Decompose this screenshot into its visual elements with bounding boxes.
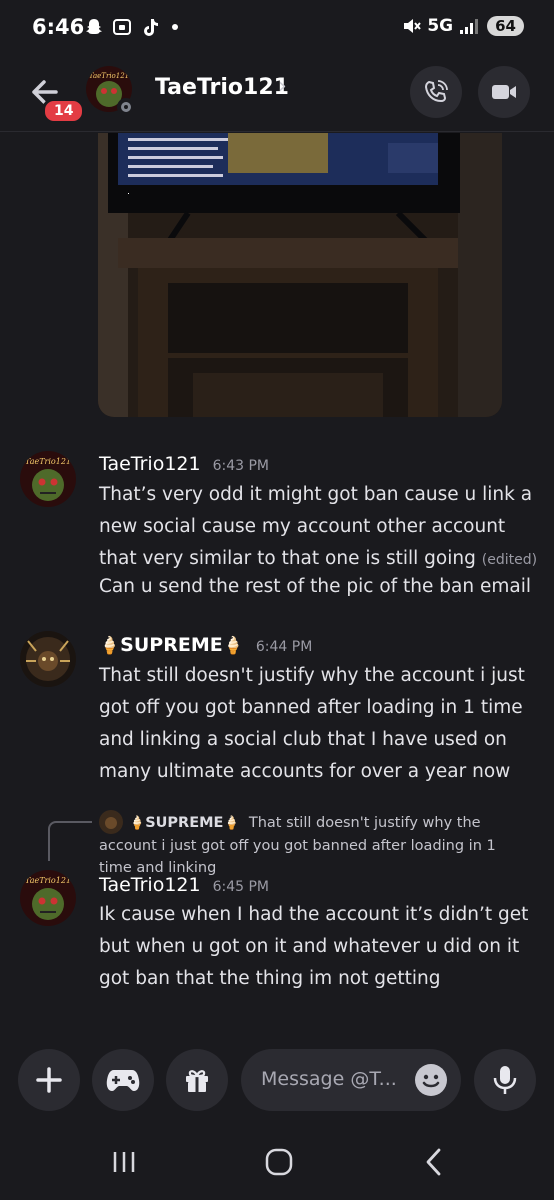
status-icons-right: 5G 64 bbox=[401, 16, 524, 36]
message-input[interactable]: Message @T... bbox=[241, 1049, 461, 1111]
status-time: 6:46 bbox=[32, 15, 85, 39]
add-attachment-button[interactable] bbox=[18, 1049, 80, 1111]
ice-cream-icon: 🍦 bbox=[129, 816, 146, 831]
reply-preview[interactable]: 🍦SUPREME🍦 That still doesn't justify why… bbox=[99, 812, 529, 879]
svg-text:TaeTrio121: TaeTrio121 bbox=[25, 457, 71, 466]
message-author[interactable]: TaeTrio121 bbox=[99, 874, 201, 896]
message-timestamp: 6:44 PM bbox=[255, 639, 313, 655]
message-text: Ik cause when I had the account it’s did… bbox=[99, 904, 529, 989]
microphone-icon bbox=[493, 1066, 517, 1094]
network-label: 5G bbox=[427, 16, 454, 36]
edited-label: (edited) bbox=[481, 552, 538, 568]
reply-author: SUPREME bbox=[145, 815, 224, 831]
message-header: TaeTrio121 6:43 PM bbox=[99, 453, 269, 475]
message-list[interactable]: TaeTrio121 TaeTrio121 6:43 PM That’s ver… bbox=[0, 133, 554, 1033]
system-nav-bar bbox=[0, 1135, 554, 1195]
video-call-button[interactable] bbox=[478, 66, 530, 118]
activities-button[interactable] bbox=[92, 1049, 154, 1111]
phone-icon bbox=[424, 80, 448, 103]
message-text: That’s very odd it might got ban cause u… bbox=[99, 484, 538, 569]
ice-cream-icon: 🍦 bbox=[99, 636, 121, 656]
avatar[interactable] bbox=[20, 631, 76, 687]
recent-apps-icon[interactable] bbox=[110, 1149, 138, 1175]
message-header: 🍦SUPREME🍦 6:44 PM bbox=[99, 634, 312, 656]
status-bar: 6:46 5G 64 bbox=[0, 0, 554, 58]
game-controller-icon bbox=[106, 1070, 140, 1091]
battery-indicator: 64 bbox=[487, 16, 524, 36]
message-timestamp: 6:43 PM bbox=[212, 458, 270, 474]
voice-message-button[interactable] bbox=[474, 1049, 536, 1111]
screenshot-icon bbox=[113, 19, 131, 35]
svg-text:TaeTrio121: TaeTrio121 bbox=[25, 876, 71, 885]
message-header: TaeTrio121 6:45 PM bbox=[99, 874, 269, 896]
svg-text:TaeTrio121: TaeTrio121 bbox=[89, 72, 129, 80]
message-input-placeholder: Message @T... bbox=[261, 1068, 397, 1090]
signal-icon bbox=[460, 19, 479, 34]
attachment-image[interactable] bbox=[98, 133, 502, 417]
status-icons-left bbox=[84, 17, 178, 37]
chevron-right-icon[interactable]: › bbox=[278, 74, 287, 99]
message-author[interactable]: TaeTrio121 bbox=[99, 453, 201, 475]
back-icon[interactable] bbox=[422, 1147, 446, 1177]
home-icon[interactable] bbox=[264, 1147, 294, 1177]
avatar[interactable]: TaeTrio121 bbox=[20, 451, 76, 507]
snapchat-icon bbox=[86, 19, 102, 34]
status-indicator bbox=[117, 98, 135, 116]
plus-icon bbox=[36, 1067, 62, 1093]
emoji-picker-button[interactable] bbox=[415, 1064, 447, 1096]
video-camera-icon bbox=[492, 85, 516, 99]
gift-button[interactable] bbox=[166, 1049, 228, 1111]
notification-dot-icon bbox=[172, 24, 178, 30]
message-text: That still doesn't justify why the accou… bbox=[99, 665, 525, 782]
ice-cream-icon: 🍦 bbox=[223, 816, 240, 831]
mute-icon bbox=[404, 19, 422, 33]
gift-icon bbox=[186, 1070, 208, 1092]
message-text: Can u send the rest of the pic of the ba… bbox=[99, 576, 531, 597]
composer-bar: Message @T... bbox=[0, 1049, 554, 1113]
ice-cream-icon: 🍦 bbox=[222, 636, 244, 656]
chat-header: 14 TaeTrio121 TaeTrio121 › bbox=[0, 58, 554, 132]
voice-call-button[interactable] bbox=[410, 66, 462, 118]
emoji-face-icon bbox=[422, 1074, 440, 1088]
message-author[interactable]: 🍦SUPREME🍦 bbox=[99, 634, 244, 656]
contact-name[interactable]: TaeTrio121 bbox=[155, 75, 289, 100]
avatar[interactable]: TaeTrio121 bbox=[20, 870, 76, 926]
reply-connector bbox=[48, 821, 92, 861]
unread-badge: 14 bbox=[42, 98, 86, 124]
message-timestamp: 6:45 PM bbox=[212, 879, 270, 895]
tiktok-icon bbox=[144, 19, 158, 36]
